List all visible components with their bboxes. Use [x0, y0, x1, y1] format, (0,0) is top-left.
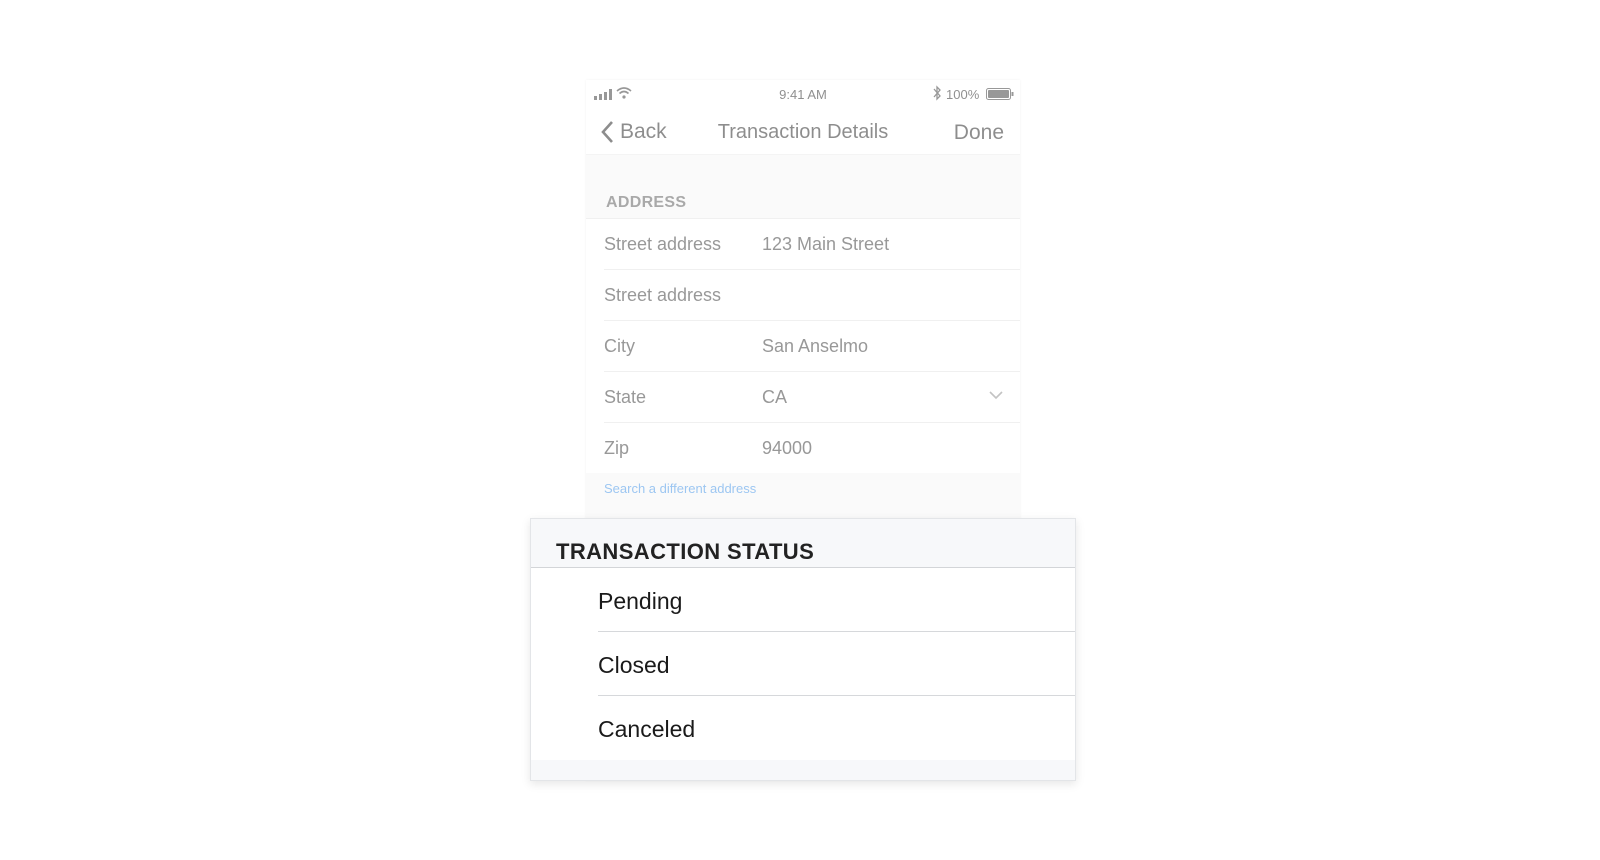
battery-percent: 100% — [946, 87, 980, 102]
status-option-closed[interactable]: Closed — [531, 632, 1075, 696]
done-button[interactable]: Done — [954, 121, 1004, 145]
state-label: State — [604, 387, 647, 407]
street-address-label: Street address — [604, 234, 722, 254]
status-bar: 9:41 AM 100% — [586, 80, 1020, 110]
zip-label: Zip — [604, 438, 630, 458]
zip-value[interactable]: 94000 — [762, 438, 812, 459]
status-option-pending[interactable]: Pending — [531, 568, 1075, 632]
search-different-address-link[interactable]: Search a different address — [586, 473, 1020, 496]
street-address-row[interactable]: Street address 123 Main Street — [604, 219, 1020, 270]
street-address-value[interactable]: 123 Main Street — [762, 234, 889, 255]
nav-bar: Back Transaction Details Done — [586, 110, 1020, 155]
address-form: Street address 123 Main Street Street ad… — [586, 218, 1020, 473]
transaction-status-sheet: TRANSACTION STATUS Pending Closed Cancel… — [530, 518, 1076, 781]
transaction-status-title: TRANSACTION STATUS — [531, 519, 1075, 568]
status-option-canceled[interactable]: Canceled — [531, 696, 1075, 760]
street-address-2-row[interactable]: Street address — [604, 270, 1020, 321]
city-value[interactable]: San Anselmo — [762, 336, 868, 357]
address-section-title: ADDRESS — [606, 194, 687, 211]
street-address-2-label: Street address — [604, 285, 722, 305]
status-option-list: Pending Closed Canceled — [531, 568, 1075, 760]
battery-icon — [986, 88, 1014, 100]
bluetooth-icon — [933, 85, 941, 101]
state-row[interactable]: State CA — [604, 372, 1020, 423]
status-option-label: Canceled — [598, 716, 696, 742]
state-value[interactable]: CA — [762, 387, 787, 408]
city-label: City — [604, 336, 635, 356]
status-option-label: Pending — [598, 588, 683, 614]
chevron-down-icon[interactable] — [988, 390, 1004, 400]
zip-row[interactable]: Zip 94000 — [604, 423, 1020, 473]
status-option-label: Closed — [598, 652, 670, 678]
city-row[interactable]: City San Anselmo — [604, 321, 1020, 372]
